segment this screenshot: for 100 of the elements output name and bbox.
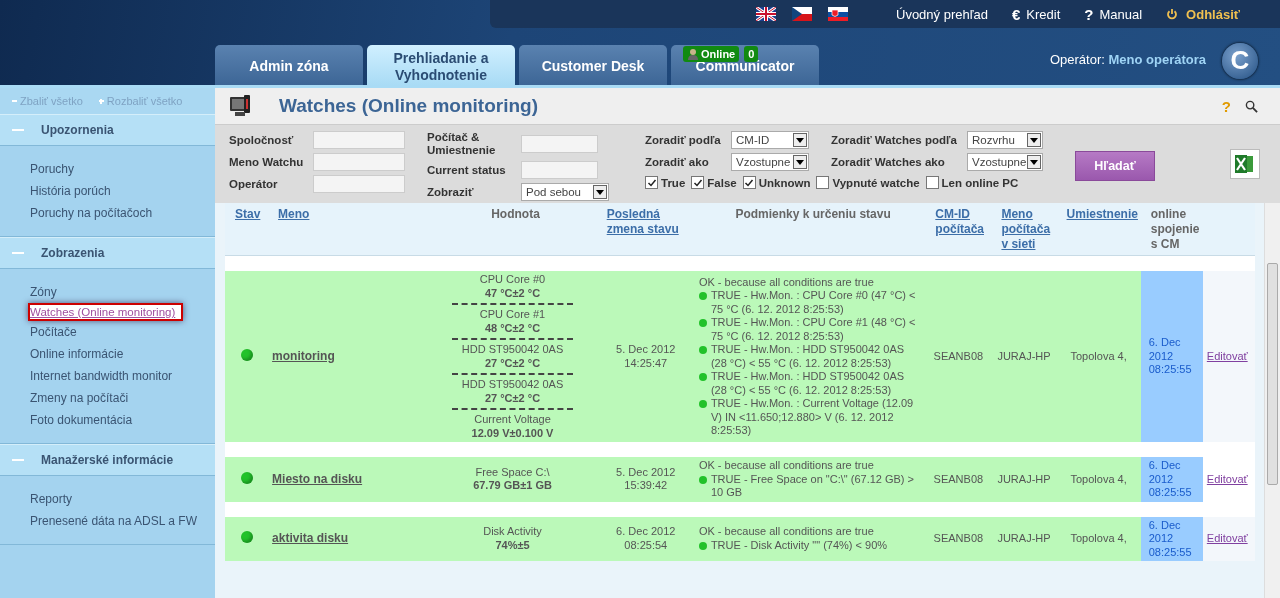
checkbox[interactable] [691,176,705,189]
table-cell: JURAJ-HP [997,349,1051,362]
logout-link[interactable]: Odhlásiť [1186,6,1240,22]
filter-label: Meno Watchu [229,155,305,169]
filter-field[interactable] [313,175,405,193]
value-reading: 27 °C±2 °C [483,356,542,370]
sidebar-item[interactable]: Internet bandwidth monitor [30,365,173,387]
edit-link[interactable]: Editovať [1206,349,1248,362]
excel-icon[interactable] [1230,149,1260,179]
online-since-cell: 6. Dec 2012 08:25:55 [1140,457,1203,502]
slovak-flag-icon[interactable] [828,7,848,21]
checkbox-label: Len online PC [941,176,1019,189]
nav-tab[interactable]: Customer Desk [519,45,667,85]
change-time: 14:25:47 [623,356,669,370]
filter-field[interactable] [313,153,405,171]
filter-label: Zoradiť Watches ako [831,155,946,169]
change-time: 08:25:54 [623,538,669,553]
condition-text: TRUE - Hw.Mon. : CPU Core #1 (48 °C) < 75 °C (6. 12. 2012 8:25:53) [710,316,917,343]
filter-label: Zoradiť Watches podľa [831,133,958,147]
checkbox-label: True [661,176,686,189]
dropdown[interactable]: Vzostupne [731,153,809,171]
value-label: CPU Core #0 [478,273,547,287]
sidebar-item[interactable]: História porúch [30,180,111,202]
filter-label: Zobraziť [427,185,475,199]
scrollbar[interactable] [1264,203,1280,598]
sidebar-item[interactable]: Poruchy [30,158,75,180]
sidebar-item[interactable]: Watches (Online monitoring) [28,303,184,321]
dropdown[interactable]: Vzostupne [967,153,1043,171]
filter-label: Operátor [229,177,279,191]
watch-name-link[interactable]: Miesto na disku [272,471,363,486]
credit-link[interactable]: Kredit [1026,6,1061,22]
condition-dot [698,292,707,300]
search-icon[interactable] [1245,99,1258,113]
sidebar-item[interactable]: Reporty [30,488,73,510]
search-button[interactable]: Hľadať [1075,151,1155,181]
value-reading: 67.79 GB±1 GB [472,479,553,493]
user-icon [687,48,699,60]
overview-link[interactable]: Úvodný prehľad [896,6,988,22]
checkbox[interactable] [816,176,830,189]
online-since-cell: 6. Dec 2012 08:25:55 [1140,516,1203,561]
column-header: Hodnota [490,207,541,222]
change-time: 15:39:42 [623,479,669,493]
sidebar-item[interactable]: Počítače [30,321,77,343]
dropdown[interactable]: Rozvrhu [967,131,1043,149]
dropdown[interactable]: CM-ID [731,131,809,149]
section-header[interactable]: Upozornenia [0,114,215,146]
condition-summary: OK - because all conditions are true [698,525,875,539]
column-header[interactable]: Stav [235,207,265,222]
dropdown[interactable]: Pod sebou [521,183,609,201]
change-date: 5. Dec 2012 [615,343,677,357]
change-date: 5. Dec 2012 [615,465,677,480]
checkbox-label: Vypnuté watche [832,176,920,189]
filter-label: Current status [427,163,507,177]
sidebar-item[interactable]: Zóny [30,281,57,303]
status-dot [240,471,253,484]
sidebar-item[interactable]: Online informácie [30,343,124,365]
value-reading: 12.09 V±0.100 V [470,426,555,440]
nav-tab[interactable]: Prehliadanie a Vyhodnotenie [367,45,515,85]
czech-flag-icon[interactable] [792,7,812,21]
value-label: HDD ST950042 0AS [460,343,565,357]
online-since-cell: 6. Dec 2012 08:25:55 [1140,271,1203,442]
sidebar-item[interactable]: Prenesené dáta na ADSL a FW [30,510,197,532]
checkbox[interactable] [742,176,756,189]
manual-link[interactable]: Manual [1099,6,1143,22]
british-flag-icon[interactable] [756,7,776,21]
section-title: Upozornenia [41,123,114,137]
condition-dot [698,373,707,381]
filter-label: Spoločnosť [229,133,295,147]
condition-dot [698,475,707,484]
condition-text: TRUE - Hw.Mon. : HDD ST950042 0AS (28 °C) < 55 °C (6. 12. 2012 8:25:53) [710,343,906,370]
table-cell: SEANB08 [933,349,984,362]
table-cell: Topolova 4, [1070,349,1127,362]
table-cell: Topolova 4, [1070,472,1127,485]
filter-field[interactable] [313,131,405,149]
section-header[interactable]: Zobrazenia [0,237,215,269]
table-cell: JURAJ-HP [997,532,1051,544]
status-dot [240,531,253,543]
filter-field[interactable] [521,135,598,153]
value-reading: 74%±5 [494,538,531,553]
checkbox-label: False [707,176,737,189]
filter-field[interactable] [521,161,598,179]
sidebar-item[interactable]: Foto dokumentácia [30,409,133,431]
section-header[interactable]: Manažerské informácie [0,444,215,476]
checkbox[interactable] [925,176,939,189]
operator-label: Operátor: [1049,52,1105,67]
change-date: 6. Dec 2012 [615,525,677,539]
checkbox-label: Unknown [758,176,811,189]
sidebar-item[interactable]: Zmeny na počítači [30,387,129,409]
watch-name-link[interactable]: monitoring [272,348,335,363]
table-cell: JURAJ-HP [997,472,1051,485]
nav-tab[interactable]: Admin zóna [215,45,363,85]
nav-tab[interactable]: Online 0 Communicator [671,45,819,85]
condition-text: TRUE - Disk Activity "" (74%) < 90% [710,538,888,553]
filter-label: Zoradiť podľa [645,133,722,147]
watch-name-link[interactable]: aktivita disku [272,531,349,545]
operator-name: Meno operátora [1108,52,1206,67]
sidebar-item[interactable]: Poruchy na počítačoch [30,202,153,224]
logo: C [1222,42,1258,79]
status-dot [240,348,253,361]
checkbox[interactable] [645,176,658,189]
